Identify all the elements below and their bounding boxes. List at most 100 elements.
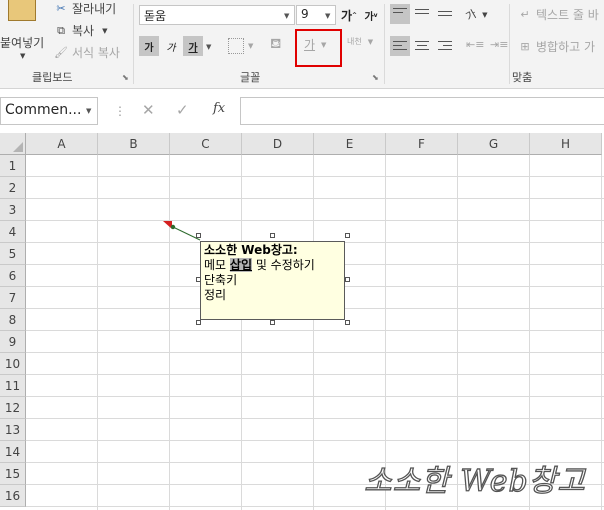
format-painter-label: 서식 복사	[72, 46, 120, 60]
paste-button[interactable]: 붙여넣기 ▼	[0, 0, 50, 64]
paste-icon	[8, 0, 36, 21]
cut-button[interactable]: ✂ 잘라내기	[54, 0, 116, 17]
gridline	[26, 352, 604, 353]
row-header-5[interactable]: 5	[0, 243, 26, 265]
chevron-down-icon[interactable]: ▼	[206, 43, 211, 51]
orientation-label: 가	[463, 7, 479, 24]
chevron-down-icon: ▼	[102, 26, 108, 35]
row-header-14[interactable]: 14	[0, 441, 26, 463]
phonetic-label: 내천	[347, 37, 362, 46]
resize-handle[interactable]	[270, 233, 275, 238]
increase-indent-button[interactable]: ⇥≡	[490, 38, 508, 51]
align-top-button[interactable]	[390, 4, 410, 24]
formula-input[interactable]	[240, 97, 604, 125]
align-right-button[interactable]	[438, 38, 452, 53]
column-header-g[interactable]: G	[458, 133, 530, 155]
italic-button[interactable]: 가	[161, 36, 181, 56]
select-all-button[interactable]	[0, 133, 26, 155]
merge-cells-icon: ⊞	[520, 40, 530, 53]
column-header-b[interactable]: B	[98, 133, 170, 155]
bold-button[interactable]: 가	[139, 36, 159, 56]
row-header-4[interactable]: 4	[0, 221, 26, 243]
align-bottom-button[interactable]	[438, 8, 452, 19]
ribbon: 붙여넣기 ▼ ✂ 잘라내기 ⧉ 복사 ▼ 🖌 서식 복사 클립보드 ⬊ 돋움 ▼…	[0, 0, 604, 89]
align-middle-button[interactable]	[415, 6, 429, 17]
comment-selected-text: 삽입	[229, 258, 252, 272]
gridline	[26, 440, 604, 441]
column-header-e[interactable]: E	[314, 133, 386, 155]
scissors-icon: ✂	[56, 2, 66, 15]
enter-button[interactable]: ✓	[176, 101, 189, 119]
row-header-12[interactable]: 12	[0, 397, 26, 419]
clipboard-group-label: 클립보드	[32, 71, 73, 84]
highlight-box	[295, 29, 342, 67]
column-header-c[interactable]: C	[170, 133, 242, 155]
watermark: 소소한 Web창고	[363, 463, 586, 499]
gridline	[313, 155, 314, 510]
row-header-10[interactable]: 10	[0, 353, 26, 375]
row-header-7[interactable]: 7	[0, 287, 26, 309]
resize-handle[interactable]	[345, 277, 350, 282]
comment-line-2: 메모 삽입 및 수정하기	[204, 258, 341, 273]
copy-label: 복사	[72, 24, 95, 38]
align-center-button[interactable]	[415, 38, 429, 53]
row-header-15[interactable]: 15	[0, 463, 26, 485]
comment-box[interactable]: 소소한 Web창고: 메모 삽입 및 수정하기 단축키 정리	[200, 241, 345, 320]
chevron-down-icon: ▼	[20, 52, 26, 60]
merge-center-button[interactable]: ⊞ 병합하고 가	[518, 38, 595, 55]
group-divider	[384, 4, 385, 84]
underline-button[interactable]: 가	[183, 36, 203, 56]
merge-label: 병합하고 가	[536, 40, 596, 54]
borders-icon	[228, 38, 244, 54]
resize-handle[interactable]	[196, 320, 201, 325]
column-header-d[interactable]: D	[242, 133, 314, 155]
column-header-f[interactable]: F	[386, 133, 458, 155]
resize-handle[interactable]	[345, 320, 350, 325]
align-left-icon	[393, 38, 407, 53]
orientation-button[interactable]: 가 ▼	[463, 7, 488, 24]
column-header-a[interactable]: A	[26, 133, 98, 155]
resize-handle[interactable]	[345, 233, 350, 238]
name-box[interactable]: Commen...	[0, 97, 98, 125]
align-left-button[interactable]	[390, 36, 410, 56]
cancel-button[interactable]: ✕	[142, 101, 155, 119]
resize-handle[interactable]	[270, 320, 275, 325]
row-header-9[interactable]: 9	[0, 331, 26, 353]
chevron-down-icon[interactable]: ▼	[86, 107, 91, 115]
gridline	[26, 374, 604, 375]
row-header-16[interactable]: 16	[0, 485, 26, 507]
dialog-launcher-icon[interactable]: ⬊	[372, 73, 379, 82]
paste-label: 붙여넣기	[0, 36, 45, 50]
phonetic-button[interactable]: 내천 ▼	[347, 36, 373, 47]
comment-text: 및 수정하기	[252, 258, 315, 272]
worksheet-grid[interactable]: A B C D E F G H 1 2 3 4 5 6 7 8 9 10 11 12 13 14 15 16	[0, 133, 604, 510]
cut-label: 잘라내기	[72, 2, 117, 16]
dialog-launcher-icon[interactable]: ⬊	[122, 73, 129, 82]
decrease-indent-button[interactable]: ⇤≡	[466, 38, 484, 51]
wrap-text-label: 텍스트 줄 바	[536, 8, 599, 22]
format-painter-button[interactable]: 🖌 서식 복사	[54, 44, 120, 61]
shrink-font-button[interactable]: 가v	[361, 5, 381, 25]
row-header-1[interactable]: 1	[0, 155, 26, 177]
row-header-8[interactable]: 8	[0, 309, 26, 331]
column-header-h[interactable]: H	[530, 133, 602, 155]
row-header-2[interactable]: 2	[0, 177, 26, 199]
row-header-11[interactable]: 11	[0, 375, 26, 397]
copy-button[interactable]: ⧉ 복사 ▼	[54, 22, 107, 39]
resize-handle[interactable]	[196, 277, 201, 282]
row-header-13[interactable]: 13	[0, 419, 26, 441]
comment-line-3: 단축키	[204, 273, 238, 287]
increase-indent-icon: ⇥≡	[490, 38, 509, 51]
grow-font-button[interactable]: 가 ^	[339, 5, 359, 25]
font-name-select[interactable]: 돋움	[139, 5, 295, 25]
borders-button[interactable]: ▼	[228, 38, 253, 54]
fill-color-button[interactable]: ⛾	[270, 36, 281, 54]
gridline	[26, 506, 604, 507]
insert-function-button[interactable]: fx	[213, 101, 225, 116]
align-top-icon	[393, 5, 407, 16]
row-header-6[interactable]: 6	[0, 265, 26, 287]
resize-handle[interactable]	[196, 233, 201, 238]
wrap-text-button[interactable]: ↵ 텍스트 줄 바	[518, 6, 599, 23]
row-header-3[interactable]: 3	[0, 199, 26, 221]
gridline	[26, 396, 604, 397]
